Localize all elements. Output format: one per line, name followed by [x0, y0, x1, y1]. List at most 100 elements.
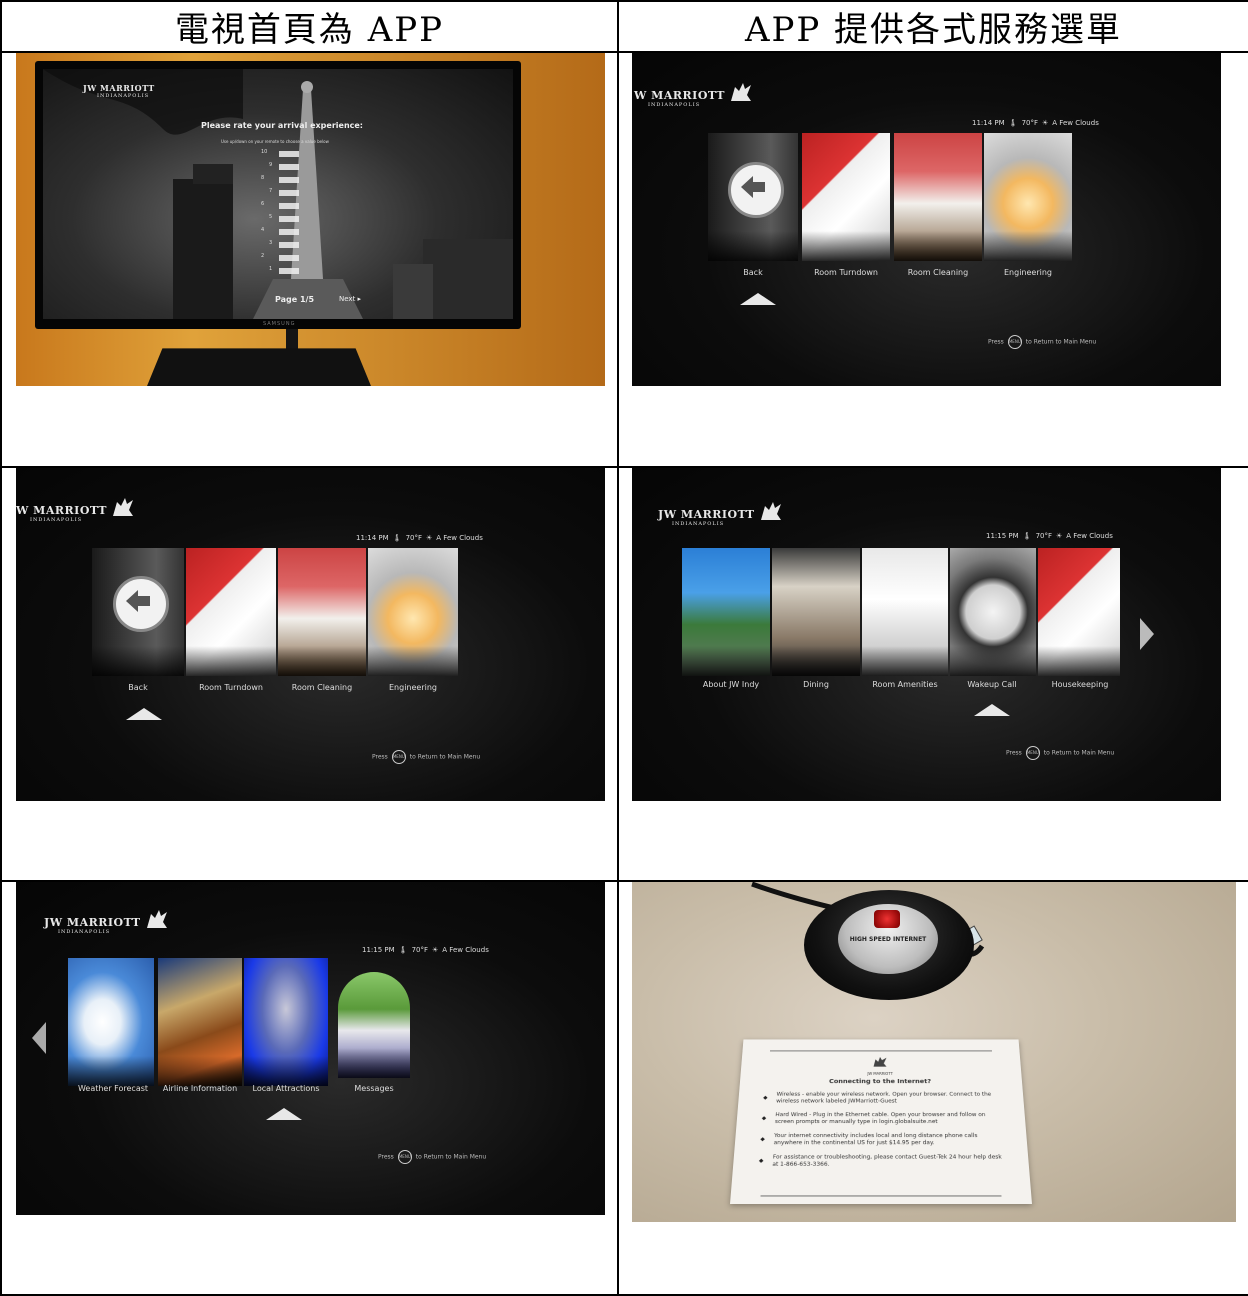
- caption-wakeup-call: Wakeup Call: [967, 679, 1017, 689]
- up-arrow-icon[interactable]: [126, 707, 162, 720]
- rating-option[interactable]: 9: [261, 162, 321, 175]
- menu-tile-engineering[interactable]: [984, 133, 1072, 262]
- menu-tile-about-jw-indy[interactable]: [682, 547, 770, 676]
- menu-screen-3: JW MARRIOTT INDIANAPOLIS 11:15 PM 🌡 70°F ☀ A…: [632, 467, 1221, 801]
- jw-marriott-logo: JW MARRIOTT INDIANAPOLIS: [83, 83, 155, 99]
- menu-tile-room-turndown[interactable]: [802, 133, 890, 262]
- sun-icon: ☀: [1042, 119, 1049, 128]
- rating-option[interactable]: 6: [261, 201, 321, 214]
- menu-tile-housekeeping[interactable]: [1038, 547, 1120, 676]
- rating-bar: [279, 177, 299, 184]
- rating-option[interactable]: 3: [261, 240, 321, 253]
- clock-time: 11:15 PM: [362, 945, 395, 954]
- brand-location: INDIANAPOLIS: [97, 93, 150, 100]
- bullet-text: Wireless - enable your wireless network.…: [776, 1091, 992, 1104]
- rating-value: 3: [269, 240, 273, 247]
- back-arrow-icon: [728, 162, 784, 219]
- caption-airline-information: Airline Information: [162, 1083, 238, 1093]
- brand-name: JW MARRIOTT: [44, 915, 141, 929]
- marriott-emblem-icon: [112, 497, 133, 516]
- menu-tile-room-cleaning[interactable]: [278, 547, 366, 676]
- photo-grid-table: 電視首頁為 APP APP 提供各式服務選單 JW MARRIOTT INDIA…: [0, 0, 1248, 1296]
- rating-option[interactable]: 5: [261, 214, 321, 227]
- thermometer-icon: 🌡: [1008, 119, 1018, 128]
- up-arrow-icon[interactable]: [740, 293, 776, 306]
- rating-bar: [279, 255, 299, 262]
- status-bar: 11:15 PM 🌡 70°F ☀ A Few Clouds: [362, 946, 493, 954]
- rating-bar: [279, 190, 299, 197]
- clock-time: 11:15 PM: [986, 531, 1019, 540]
- survey-title: Please rate your arrival experience:: [201, 121, 364, 131]
- chevron-left-icon[interactable]: [32, 1021, 46, 1054]
- bullet-text: Your internet connectivity includes loca…: [773, 1132, 978, 1146]
- cell-menu-1: W MARRIOTT INDIANAPOLIS 11:14 PM 🌡 70°F ☀ A …: [617, 51, 1248, 468]
- status-bar: 11:14 PM 🌡 70°F ☀ A Few Clouds: [972, 119, 1103, 127]
- caption-room-turndown: Room Turndown: [199, 682, 263, 692]
- diamond-bullet-icon: ◆: [760, 1135, 766, 1143]
- next-button[interactable]: Next ▸: [339, 295, 361, 303]
- return-label: to Return to Main Menu: [409, 753, 481, 761]
- press-label: Press: [378, 1153, 394, 1161]
- tv-survey-screen: JW MARRIOTT INDIANAPOLIS Please rate you…: [43, 69, 513, 320]
- rating-value: 5: [269, 214, 273, 221]
- return-label: to Return to Main Menu: [415, 1153, 487, 1161]
- up-arrow-icon[interactable]: [974, 703, 1010, 716]
- rating-value: 6: [261, 201, 265, 208]
- press-label: Press: [988, 338, 1004, 346]
- temperature: 70°F: [411, 945, 428, 954]
- jw-marriott-logo: W MARRIOTT INDIANAPOLIS: [16, 497, 133, 523]
- rating-option[interactable]: 10: [261, 149, 321, 162]
- rating-value: 8: [261, 175, 265, 182]
- card-bullet: ◆ Your internet connectivity includes loc…: [760, 1132, 1002, 1146]
- rating-option[interactable]: 1: [261, 266, 321, 279]
- rating-value: 7: [269, 188, 273, 195]
- rating-option[interactable]: 4: [261, 227, 321, 240]
- brand-location: INDIANAPOLIS: [648, 102, 701, 109]
- chevron-right-icon[interactable]: [1140, 617, 1154, 650]
- menu-button-icon: MENU: [1025, 745, 1040, 760]
- weather-text: A Few Clouds: [1052, 119, 1099, 128]
- sun-icon: ☀: [432, 945, 439, 954]
- diamond-bullet-icon: ◆: [762, 1094, 768, 1101]
- menu-tile-back[interactable]: [708, 133, 798, 262]
- menu-tile-room-turndown[interactable]: [186, 547, 276, 676]
- bullet-text: For assistance or troubleshooting, pleas…: [772, 1153, 1002, 1168]
- menu-tile-weather-forecast[interactable]: [68, 957, 154, 1086]
- menu-tile-wakeup-call[interactable]: [950, 547, 1036, 676]
- weather-text: A Few Clouds: [436, 533, 483, 542]
- card-bullet: ◆ Wireless - enable your wireless network…: [763, 1091, 1000, 1105]
- status-bar: 11:15 PM 🌡 70°F ☀ A Few Clouds: [986, 532, 1117, 540]
- thermometer-icon: 🌡: [392, 533, 402, 542]
- menu-tile-room-amenities[interactable]: [862, 547, 948, 676]
- caption-back: Back: [743, 268, 763, 278]
- rating-option[interactable]: 7: [261, 188, 321, 201]
- brand-location: INDIANAPOLIS: [30, 516, 83, 523]
- cell-internet-card: HIGH SPEED INTERNET JW MARRIOTT Connecti…: [617, 879, 1248, 1296]
- card-bullet: ◆ For assistance or troubleshooting, plea…: [758, 1154, 1003, 1169]
- page-indicator: Page 1/5: [275, 295, 315, 305]
- temperature: 70°F: [405, 533, 422, 542]
- internet-puck: HIGH SPEED INTERNET: [804, 889, 974, 1000]
- rating-option[interactable]: 8: [261, 175, 321, 188]
- caption-weather-forecast: Weather Forecast: [77, 1083, 149, 1093]
- menu-tile-back[interactable]: [92, 547, 184, 676]
- return-label: to Return to Main Menu: [1025, 338, 1097, 346]
- menu-tile-local-attractions[interactable]: [244, 957, 328, 1086]
- caption-back: Back: [128, 682, 148, 692]
- caption-room-cleaning: Room Cleaning: [291, 682, 353, 692]
- bullet-text: Hard Wired - Plug in the Ethernet cable.…: [774, 1111, 986, 1125]
- menu-tile-room-cleaning[interactable]: [894, 133, 982, 262]
- rating-scale[interactable]: 10 9 8 7 6 5 4 3 2 1: [261, 149, 321, 279]
- menu-tile-dining[interactable]: [772, 547, 860, 676]
- caption-housekeeping: Housekeeping: [1051, 679, 1109, 689]
- caption-room-amenities: Room Amenities: [872, 679, 938, 689]
- menu-tile-engineering[interactable]: [368, 547, 458, 676]
- return-hint: Press MENU to Return to Main Menu: [988, 335, 1097, 350]
- caption-room-turndown: Room Turndown: [814, 268, 878, 278]
- rating-value: 9: [269, 162, 273, 169]
- up-arrow-icon[interactable]: [266, 1107, 302, 1120]
- rating-option[interactable]: 2: [261, 253, 321, 266]
- caption-engineering: Engineering: [389, 682, 437, 692]
- menu-tile-messages[interactable]: [338, 971, 410, 1078]
- menu-tile-airline-information[interactable]: [158, 957, 242, 1086]
